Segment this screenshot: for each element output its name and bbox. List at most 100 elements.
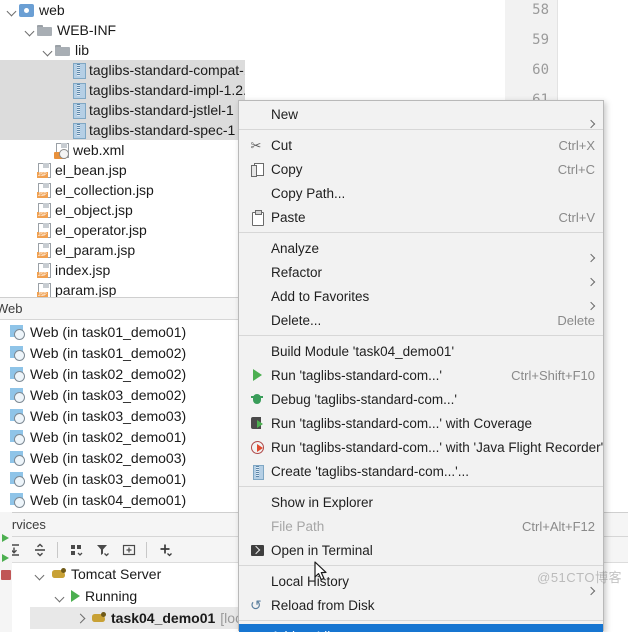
jsp-badge: JSP [37, 231, 48, 238]
list-item[interactable]: Web (in task03_demo02) [0, 385, 245, 405]
chevron-down-icon[interactable] [6, 4, 19, 17]
menu-item[interactable]: Run 'taglibs-standard-com...' Ctrl+Shift+… [239, 363, 603, 387]
list-item[interactable]: Web (in task03_demo03) [0, 406, 245, 426]
add-icon[interactable] [154, 538, 178, 562]
jsp-file-icon: JSP [37, 162, 51, 178]
menu-item[interactable]: Show in Explorer [239, 490, 603, 514]
list-item[interactable]: Web (in task01_demo01) [0, 322, 245, 342]
menu-item-shortcut: Delete [557, 312, 595, 328]
chevron-down-icon[interactable] [42, 44, 55, 57]
tree-row-label: WEB-INF [57, 22, 117, 38]
paste-icon [252, 209, 264, 226]
tree-row[interactable]: JSP param.jsp [0, 280, 245, 297]
menu-item[interactable]: Run 'taglibs-standard-com...' with Cover… [239, 411, 603, 435]
chevron-down-icon[interactable] [24, 24, 37, 37]
group-icon[interactable] [65, 538, 89, 562]
list-item[interactable]: Web (in task02_demo02) [0, 364, 245, 384]
jar-file-icon [73, 103, 86, 119]
list-item[interactable]: Web (in task03_demo01) [0, 469, 245, 489]
menu-item[interactable]: Delete... Delete [239, 308, 603, 332]
chevron-down-icon[interactable] [54, 590, 67, 603]
menu-item[interactable]: Debug 'taglibs-standard-com...' [239, 387, 603, 411]
tree-row[interactable]: JSP el_param.jsp [0, 240, 245, 260]
tree-row[interactable]: JSP el_operator.jsp [0, 220, 245, 240]
context-menu[interactable]: New ✂ Cut Ctrl+X Copy Ctrl+C Copy Path... Paste… [238, 100, 604, 632]
tree-row-label: param.jsp [55, 282, 117, 297]
collapse-all-icon[interactable] [28, 538, 52, 562]
tree-row[interactable]: taglibs-standard-jstlel-1 [0, 100, 245, 120]
menu-item[interactable]: Add as Library... [239, 624, 603, 632]
menu-item-label: Analyze [271, 240, 320, 256]
tree-row-label: el_param.jsp [55, 242, 136, 258]
menu-item-label: Delete... [271, 312, 322, 328]
tree-row[interactable]: WEB-INF [0, 20, 245, 40]
menu-separator [239, 565, 603, 566]
tree-row[interactable]: taglibs-standard-impl-1.2.5.jar [0, 80, 245, 100]
run-icon [247, 369, 267, 381]
tree-row-label: taglibs-standard-spec-1 [89, 122, 236, 138]
tree-row-label: taglibs-standard-compat-1.2.5.jar [89, 62, 245, 78]
web-facets-panel: Web Web (in task01_demo01) Web (in task01… [0, 297, 245, 512]
reload-icon: ↺ [247, 598, 267, 612]
tree-row[interactable]: taglibs-standard-compat-1.2.5.jar [0, 60, 245, 80]
tree-row[interactable]: web.xml [0, 140, 245, 160]
menu-item-shortcut: Ctrl+Shift+F10 [511, 367, 595, 383]
menu-item[interactable]: ↺ Reload from Disk [239, 593, 603, 617]
list-item-label: Web (in task02_demo02) [30, 366, 187, 382]
menu-item[interactable]: Analyze [239, 236, 603, 260]
menu-item[interactable]: New [239, 102, 603, 126]
menu-item[interactable]: File Path Ctrl+Alt+F12 [239, 514, 603, 538]
tree-row[interactable]: web [0, 0, 245, 20]
menu-item[interactable]: Build Module 'task04_demo01' [239, 339, 603, 363]
jsp-file-icon: JSP [37, 242, 51, 258]
menu-item[interactable]: Open in Terminal [239, 538, 603, 562]
tree-row[interactable]: JSP el_collection.jsp [0, 180, 245, 200]
menu-item-shortcut: Ctrl+X [558, 137, 595, 153]
tree-row-label: el_operator.jsp [55, 222, 147, 238]
tree-row[interactable]: taglibs-standard-spec-1 [0, 120, 245, 140]
menu-item-shortcut: Ctrl+V [558, 209, 595, 225]
menu-item-label: Add to Favorites [271, 288, 370, 304]
folder-icon [37, 24, 52, 36]
tree-arrow-placeholder [60, 124, 73, 137]
tree-arrow-placeholder [60, 64, 73, 77]
jfr-icon [250, 440, 264, 454]
list-item[interactable]: Web (in task04_demo01) [0, 490, 245, 510]
xml-badge [54, 148, 69, 159]
debug-icon [251, 393, 263, 405]
chevron-down-icon[interactable] [34, 568, 47, 581]
tree-row[interactable]: JSP el_object.jsp [0, 200, 245, 220]
toolbar-divider [146, 541, 147, 558]
list-item-label: Web (in task04_demo01) [30, 492, 187, 508]
editor-line-number: 58 [532, 2, 549, 18]
menu-item[interactable]: Create 'taglibs-standard-com...'... [239, 459, 603, 483]
menu-item[interactable]: Copy Path... [239, 181, 603, 205]
menu-item[interactable]: Refactor [239, 260, 603, 284]
run-icon [252, 369, 262, 381]
paste-icon [247, 209, 267, 226]
jsp-badge: JSP [37, 171, 48, 178]
menu-item[interactable]: Run 'taglibs-standard-com...' with 'Java… [239, 435, 603, 459]
menu-item-label: New [271, 106, 299, 122]
editor-line-number: 60 [532, 62, 549, 78]
list-item[interactable]: Web (in task01_demo02) [0, 343, 245, 363]
tree-row[interactable]: JSP el_bean.jsp [0, 160, 245, 180]
list-item[interactable]: Web (in task02_demo01) [0, 427, 245, 447]
tree-row-label: web [39, 2, 65, 18]
filter-icon[interactable] [91, 538, 115, 562]
menu-item[interactable]: Paste Ctrl+V [239, 205, 603, 229]
tree-row[interactable]: JSP index.jsp [0, 260, 245, 280]
tree-row[interactable]: lib [0, 40, 245, 60]
list-item-label: Web (in task03_demo03) [30, 408, 187, 424]
project-file-tree[interactable]: web WEB-INF lib taglibs-standard-compat-1.2… [0, 0, 245, 297]
tree-row-label: el_collection.jsp [55, 182, 154, 198]
menu-item[interactable]: Copy Ctrl+C [239, 157, 603, 181]
menu-item-label: Run 'taglibs-standard-com...' [271, 367, 442, 383]
menu-item[interactable]: ✂ Cut Ctrl+X [239, 133, 603, 157]
menu-item-label: File Path [271, 518, 325, 534]
chevron-right-icon[interactable] [74, 612, 87, 625]
add-tab-icon[interactable] [117, 538, 141, 562]
menu-item[interactable]: Add to Favorites [239, 284, 603, 308]
list-item[interactable]: Web (in task02_demo03) [0, 448, 245, 468]
coverage-icon [247, 416, 267, 430]
